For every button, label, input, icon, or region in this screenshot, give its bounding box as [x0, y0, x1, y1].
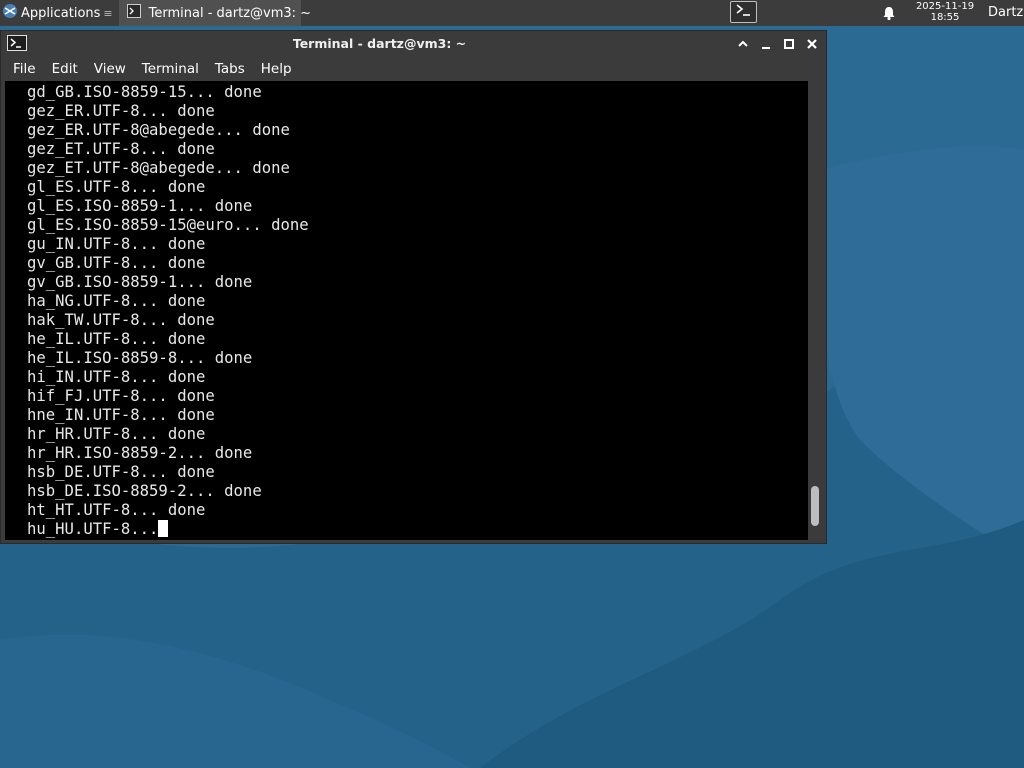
top-panel: Applications ≡ Terminal - dartz@vm3: ~ 2… — [0, 0, 1024, 26]
maximize-button[interactable] — [781, 36, 797, 52]
terminal-icon — [126, 4, 141, 22]
terminal-current-line: hu_HU.UTF-8... — [27, 520, 808, 539]
terminal-line: gl_ES.ISO-8859-15@euro... done — [27, 216, 309, 234]
terminal-line: he_IL.UTF-8... done — [27, 330, 206, 348]
bell-icon[interactable] — [881, 5, 897, 25]
terminal-launcher-button[interactable] — [730, 1, 757, 23]
terminal-line: he_IL.ISO-8859-8... done — [27, 349, 253, 367]
menu-terminal[interactable]: Terminal — [130, 61, 207, 77]
scrollbar-thumb[interactable] — [811, 486, 819, 526]
terminal-line: hsb_DE.ISO-8859-2... done — [27, 482, 262, 500]
terminal-line: gv_GB.UTF-8... done — [27, 254, 206, 272]
terminal-current-text: hu_HU.UTF-8... — [27, 520, 159, 538]
terminal-line: ha_NG.UTF-8... done — [27, 292, 206, 310]
terminal-line: gv_GB.ISO-8859-1... done — [27, 273, 253, 291]
terminal-line: hak_TW.UTF-8... done — [27, 311, 215, 329]
terminal-line: gez_ER.UTF-8... done — [27, 102, 215, 120]
chevron-up-icon — [738, 40, 748, 47]
menu-tabs[interactable]: Tabs — [203, 61, 253, 77]
terminal-line: gez_ET.UTF-8@abegede... done — [27, 159, 290, 177]
terminal-line: gu_IN.UTF-8... done — [27, 235, 206, 253]
terminal-line: gl_ES.UTF-8... done — [27, 178, 206, 196]
terminal-line: hne_IN.UTF-8... done — [27, 406, 215, 424]
taskbar-item-terminal[interactable]: Terminal - dartz@vm3: ~ — [118, 0, 311, 26]
window-title: Terminal - dartz@vm3: ~ — [292, 36, 467, 51]
menu-edit[interactable]: Edit — [40, 61, 86, 77]
taskbar-item-label: Terminal - dartz@vm3: ~ — [148, 5, 312, 21]
clock-time: 18:55 — [930, 12, 960, 23]
terminal-line: hsb_DE.UTF-8... done — [27, 463, 215, 481]
terminal-line: ht_HT.UTF-8... done — [27, 501, 206, 519]
maximize-icon — [784, 39, 794, 49]
menu-help[interactable]: Help — [249, 61, 300, 77]
terminal-line: hr_HR.UTF-8... done — [27, 425, 206, 443]
menu-bar: File Edit View Terminal Tabs Help — [1, 57, 826, 81]
xfce-logo-icon — [2, 3, 18, 23]
terminal-window: Terminal - dartz@vm3: ~ File Edit View T… — [0, 30, 827, 544]
terminal-line: hi_IN.UTF-8... done — [27, 368, 206, 386]
menu-view[interactable]: View — [82, 61, 134, 77]
terminal-line: hif_FJ.UTF-8... done — [27, 387, 215, 405]
terminal-line: gez_ET.UTF-8... done — [27, 140, 215, 158]
terminal-scrollbar[interactable] — [808, 81, 824, 540]
terminal-line: gl_ES.ISO-8859-1... done — [27, 197, 253, 215]
panel-clock[interactable]: 2025-11-19 18:55 — [906, 1, 984, 23]
user-menu[interactable]: Dartz — [988, 5, 1023, 20]
applications-separator: ≡ — [103, 6, 113, 20]
terminal-line: hr_HR.ISO-8859-2... done — [27, 444, 253, 462]
menu-file[interactable]: File — [1, 61, 44, 77]
minimize-icon — [762, 47, 770, 49]
terminal-line: gez_ER.UTF-8@abegede... done — [27, 121, 290, 139]
terminal-cursor — [158, 520, 169, 537]
window-titlebar[interactable]: Terminal - dartz@vm3: ~ — [1, 31, 826, 57]
terminal-text: gd_GB.ISO-8859-15... done gez_ER.UTF-8...… — [5, 81, 808, 539]
close-icon — [807, 39, 817, 49]
clock-date: 2025-11-19 — [915, 1, 975, 12]
shade-button[interactable] — [735, 36, 751, 52]
terminal-line: gd_GB.ISO-8859-15... done — [27, 83, 262, 101]
applications-label: Applications — [21, 5, 101, 21]
terminal-prompt-icon — [735, 3, 753, 21]
minimize-button[interactable] — [758, 36, 774, 52]
applications-menu-button[interactable]: Applications ≡ — [0, 0, 117, 26]
close-button[interactable] — [804, 36, 820, 52]
terminal-output[interactable]: gd_GB.ISO-8859-15... done gez_ER.UTF-8...… — [5, 81, 808, 540]
